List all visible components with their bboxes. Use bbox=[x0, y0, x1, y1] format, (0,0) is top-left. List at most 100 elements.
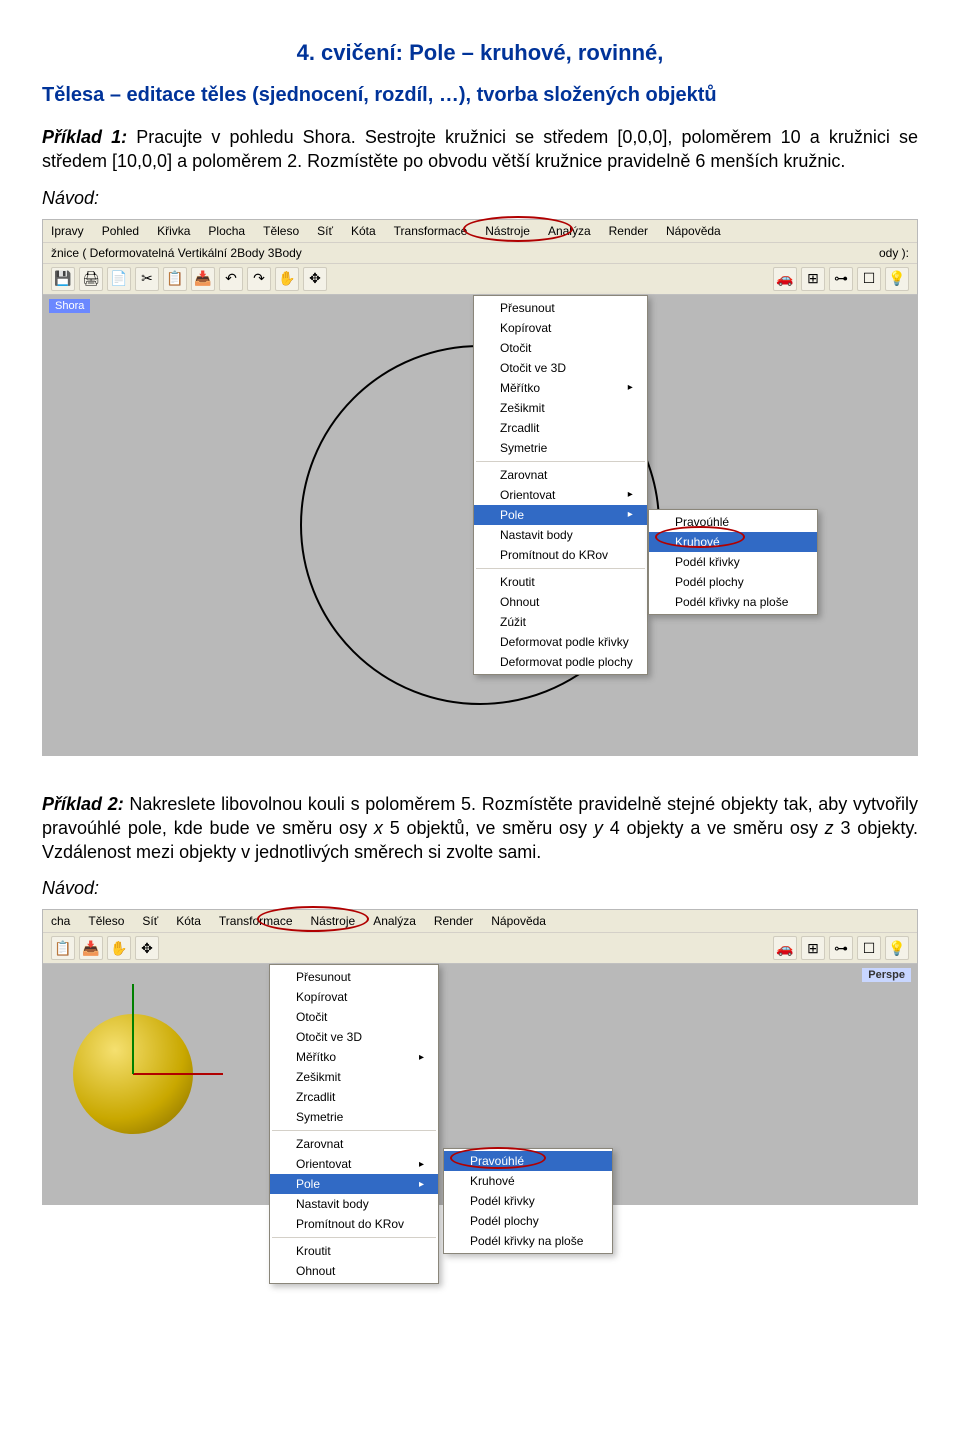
menu-kóta[interactable]: Kóta bbox=[351, 224, 376, 238]
menuitem-podél-křivky[interactable]: Podél křivky bbox=[444, 1191, 612, 1211]
layers-icon[interactable]: ☐ bbox=[857, 267, 881, 291]
menu-transformace-2[interactable]: PřesunoutKopírovatOtočitOtočit ve 3DMěří… bbox=[269, 964, 439, 1284]
menu-nástroje[interactable]: Nástroje bbox=[485, 224, 530, 238]
menuitem-zrcadlit[interactable]: Zrcadlit bbox=[270, 1087, 438, 1107]
menuitem-podél-křivky[interactable]: Podél křivky bbox=[649, 552, 817, 572]
link-icon[interactable]: ⊶ bbox=[829, 936, 853, 960]
viewport-label-persp: Perspe bbox=[862, 968, 911, 982]
menu-síť[interactable]: Síť bbox=[142, 914, 158, 928]
menuitem-symetrie[interactable]: Symetrie bbox=[270, 1107, 438, 1127]
menuitem-ohnout[interactable]: Ohnout bbox=[474, 592, 647, 612]
menuitem-kroutit[interactable]: Kroutit bbox=[270, 1241, 438, 1261]
menu-transformace[interactable]: Transformace bbox=[394, 224, 468, 238]
rotate-view-icon[interactable]: ✥ bbox=[135, 936, 159, 960]
menu-nástroje[interactable]: Nástroje bbox=[311, 914, 356, 928]
menuitem-otočit[interactable]: Otočit bbox=[474, 338, 647, 358]
menu-ipravy[interactable]: Ipravy bbox=[51, 224, 84, 238]
menuitem-podél-křivky-na-ploše[interactable]: Podél křivky na ploše bbox=[444, 1231, 612, 1251]
submenu-pole[interactable]: PravoúhléKruhovéPodél křivkyPodél plochy… bbox=[648, 509, 818, 615]
menuitem-pravoúhlé[interactable]: Pravoúhlé bbox=[649, 512, 817, 532]
menuitem-kroutit[interactable]: Kroutit bbox=[474, 572, 647, 592]
menuitem-zúžit[interactable]: Zúžit bbox=[474, 612, 647, 632]
menuitem-kopírovat[interactable]: Kopírovat bbox=[270, 987, 438, 1007]
menu-analýza[interactable]: Analýza bbox=[373, 914, 416, 928]
menu-nápověda[interactable]: Nápověda bbox=[666, 224, 721, 238]
viewport-label: Shora bbox=[49, 299, 90, 313]
menu-nápověda[interactable]: Nápověda bbox=[491, 914, 546, 928]
menu-transformace[interactable]: PřesunoutKopírovatOtočitOtočit ve 3DMěří… bbox=[473, 295, 648, 675]
copy-icon[interactable]: 📋 bbox=[163, 267, 187, 291]
menuitem-kruhové[interactable]: Kruhové bbox=[444, 1171, 612, 1191]
rhino-shot-1: Ipravy Pohled Křivka Plocha Těleso Síť Kóta Tra… bbox=[42, 219, 918, 756]
axis-y-2 bbox=[132, 984, 134, 1074]
menu-těleso[interactable]: Těleso bbox=[88, 914, 124, 928]
menuitem-podél-plochy[interactable]: Podél plochy bbox=[649, 572, 817, 592]
menuitem-pravoúhlé[interactable]: Pravoúhlé bbox=[444, 1151, 612, 1171]
cut-icon[interactable]: ✂ bbox=[135, 267, 159, 291]
menuitem-orientovat[interactable]: Orientovat bbox=[270, 1154, 438, 1174]
menuitem-kopírovat[interactable]: Kopírovat bbox=[474, 318, 647, 338]
menuitem-zrcadlit[interactable]: Zrcadlit bbox=[474, 418, 647, 438]
menu-render[interactable]: Render bbox=[434, 914, 473, 928]
redo-icon[interactable]: ↷ bbox=[247, 267, 271, 291]
menuitem-přesunout[interactable]: Přesunout bbox=[474, 298, 647, 318]
pan-icon[interactable]: ✋ bbox=[275, 267, 299, 291]
rotate-view-icon[interactable]: ✥ bbox=[303, 267, 327, 291]
menuitem-přesunout[interactable]: Přesunout bbox=[270, 967, 438, 987]
menu-síť[interactable]: Síť bbox=[317, 224, 333, 238]
navod2: Návod: bbox=[42, 878, 918, 899]
paste-icon[interactable]: 📥 bbox=[191, 267, 215, 291]
menu-pohled[interactable]: Pohled bbox=[102, 224, 139, 238]
menuitem-orientovat[interactable]: Orientovat bbox=[474, 485, 647, 505]
menuitem-nastavit-body[interactable]: Nastavit body bbox=[270, 1194, 438, 1214]
menuitem-promítnout-do-krov[interactable]: Promítnout do KRov bbox=[474, 545, 647, 565]
menu-cha[interactable]: cha bbox=[51, 914, 70, 928]
menuitem-ohnout[interactable]: Ohnout bbox=[270, 1261, 438, 1281]
props-icon[interactable]: 📄 bbox=[107, 267, 131, 291]
menuitem-zarovnat[interactable]: Zarovnat bbox=[270, 1134, 438, 1154]
paste-icon[interactable]: 📥 bbox=[79, 936, 103, 960]
menuitem-zešikmit[interactable]: Zešikmit bbox=[270, 1067, 438, 1087]
menubar: Ipravy Pohled Křivka Plocha Těleso Síť Kóta Tra… bbox=[43, 220, 917, 243]
menuitem-deformovat-podle-křivky[interactable]: Deformovat podle křivky bbox=[474, 632, 647, 652]
menuitem-otočit[interactable]: Otočit bbox=[270, 1007, 438, 1027]
command-options-row: žnice ( Deformovatelná Vertikální 2Body … bbox=[43, 243, 917, 264]
menuitem-symetrie[interactable]: Symetrie bbox=[474, 438, 647, 458]
toolbar: 💾🖨📄✂📋📥↶↷✋✥ 🚗⊞⊶☐💡 bbox=[43, 264, 917, 295]
layers-icon[interactable]: ☐ bbox=[857, 936, 881, 960]
menu-kóta[interactable]: Kóta bbox=[176, 914, 201, 928]
menu-křivka[interactable]: Křivka bbox=[157, 224, 190, 238]
menuitem-podél-plochy[interactable]: Podél plochy bbox=[444, 1211, 612, 1231]
bulb-icon[interactable]: 💡 bbox=[885, 936, 909, 960]
car-icon[interactable]: 🚗 bbox=[773, 267, 797, 291]
undo-icon[interactable]: ↶ bbox=[219, 267, 243, 291]
menuitem-podél-křivky-na-ploše[interactable]: Podél křivky na ploše bbox=[649, 592, 817, 612]
save-icon[interactable]: 💾 bbox=[51, 267, 75, 291]
menu-transformace[interactable]: Transformace bbox=[219, 914, 293, 928]
print-icon[interactable]: 🖨 bbox=[79, 267, 103, 291]
menu-analýza[interactable]: Analýza bbox=[548, 224, 591, 238]
submenu-pole-2[interactable]: PravoúhléKruhovéPodél křivkyPodél plochy… bbox=[443, 1148, 613, 1254]
link-icon[interactable]: ⊶ bbox=[829, 267, 853, 291]
pan-icon[interactable]: ✋ bbox=[107, 936, 131, 960]
menuitem-zarovnat[interactable]: Zarovnat bbox=[474, 465, 647, 485]
menuitem-kruhové[interactable]: Kruhové bbox=[649, 532, 817, 552]
bulb-icon[interactable]: 💡 bbox=[885, 267, 909, 291]
menu-render[interactable]: Render bbox=[609, 224, 648, 238]
menuitem-otočit-ve-3d[interactable]: Otočit ve 3D bbox=[270, 1027, 438, 1047]
car-icon[interactable]: 🚗 bbox=[773, 936, 797, 960]
menu-těleso[interactable]: Těleso bbox=[263, 224, 299, 238]
axes-icon[interactable]: ⊞ bbox=[801, 936, 825, 960]
menuitem-zešikmit[interactable]: Zešikmit bbox=[474, 398, 647, 418]
menu-plocha[interactable]: Plocha bbox=[208, 224, 245, 238]
menuitem-nastavit-body[interactable]: Nastavit body bbox=[474, 525, 647, 545]
menuitem-promítnout-do-krov[interactable]: Promítnout do KRov bbox=[270, 1214, 438, 1234]
menuitem-otočit-ve-3d[interactable]: Otočit ve 3D bbox=[474, 358, 647, 378]
menuitem-pole[interactable]: Pole bbox=[474, 505, 647, 525]
menuitem-měřítko[interactable]: Měřítko bbox=[270, 1047, 438, 1067]
menuitem-pole[interactable]: Pole bbox=[270, 1174, 438, 1194]
menuitem-měřítko[interactable]: Měřítko bbox=[474, 378, 647, 398]
axes-icon[interactable]: ⊞ bbox=[801, 267, 825, 291]
copy-icon[interactable]: 📋 bbox=[51, 936, 75, 960]
menuitem-deformovat-podle-plochy[interactable]: Deformovat podle plochy bbox=[474, 652, 647, 672]
